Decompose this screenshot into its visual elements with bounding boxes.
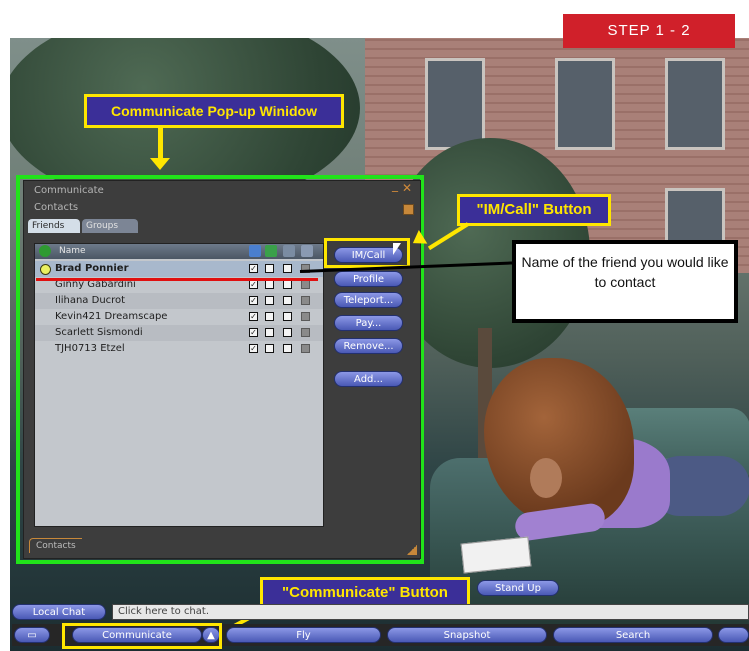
online-status-icon: [39, 245, 51, 257]
see-on-map-checkbox[interactable]: [265, 328, 274, 337]
friend-row[interactable]: Scarlett Sismondi ✓: [35, 325, 323, 341]
friend-row[interactable]: Brad Ponnier ✓: [35, 261, 323, 277]
close-icon[interactable]: ✕: [402, 181, 412, 195]
chat-bar: Local Chat Click here to chat.: [12, 603, 749, 621]
modify-objects-checkbox[interactable]: [283, 296, 292, 305]
friend-modify-checkbox: [301, 328, 310, 337]
list-header: Name: [35, 244, 323, 259]
name-column-header[interactable]: Name: [59, 246, 86, 256]
see-online-checkbox[interactable]: ✓: [249, 264, 258, 273]
friend-name: Kevin421 Dreamscape: [55, 311, 168, 322]
friend-modify-icon: [301, 245, 313, 257]
popup-window-label: Communicate Pop-up Winidow: [84, 94, 344, 128]
fly-button[interactable]: Fly: [226, 627, 381, 643]
add-button[interactable]: Add...: [334, 371, 403, 387]
friend-modify-checkbox: [301, 312, 310, 321]
see-online-checkbox[interactable]: ✓: [249, 280, 258, 289]
window-subtitle: Contacts: [34, 202, 79, 213]
window-title: Communicate: [34, 185, 104, 196]
see-on-map-icon: [265, 245, 277, 257]
contacts-footer-tab[interactable]: Contacts: [29, 538, 82, 553]
pay-button[interactable]: Pay...: [334, 315, 403, 331]
modify-objects-checkbox[interactable]: [283, 312, 292, 321]
search-button[interactable]: Search: [553, 627, 713, 643]
see-on-map-checkbox[interactable]: [265, 312, 274, 321]
local-chat-button[interactable]: Local Chat: [12, 604, 106, 620]
friend-name-callout: Name of the friend you would like to con…: [512, 240, 738, 323]
profile-button[interactable]: Profile: [334, 271, 403, 287]
detach-icon[interactable]: [403, 204, 414, 215]
friend-row[interactable]: TJH0713 Etzel ✓: [35, 341, 323, 357]
see-online-icon: [249, 245, 261, 257]
communicate-window: Communicate _ ✕ Contacts Friends Groups …: [23, 178, 421, 559]
popup-label-arrowhead: [150, 158, 170, 170]
see-online-checkbox[interactable]: ✓: [249, 344, 258, 353]
friends-list: Name Brad Ponnier ✓ Ginny Gabardini ✓ Il…: [34, 243, 324, 527]
toolbar-overflow-button[interactable]: [718, 627, 749, 643]
friend-name: Scarlett Sismondi: [55, 327, 143, 338]
see-online-checkbox[interactable]: ✓: [249, 312, 258, 321]
im-call-label: "IM/Call" Button: [457, 194, 611, 226]
modify-objects-checkbox[interactable]: [283, 264, 292, 273]
modify-objects-checkbox[interactable]: [283, 328, 292, 337]
teleport-button[interactable]: Teleport...: [334, 292, 403, 308]
see-online-checkbox[interactable]: ✓: [249, 296, 258, 305]
remove-button[interactable]: Remove...: [334, 338, 403, 354]
see-on-map-checkbox[interactable]: [265, 344, 274, 353]
chat-bubble-button[interactable]: ▭: [14, 627, 50, 643]
friend-modify-checkbox: [301, 296, 310, 305]
communicate-button-highlight: [62, 623, 222, 649]
tab-friends[interactable]: Friends: [28, 219, 80, 233]
modify-objects-icon: [283, 245, 295, 257]
avatar-face: [530, 458, 562, 498]
tab-groups[interactable]: Groups: [82, 219, 138, 233]
stand-up-button[interactable]: Stand Up: [477, 580, 559, 596]
see-on-map-checkbox[interactable]: [265, 296, 274, 305]
snapshot-button[interactable]: Snapshot: [387, 627, 547, 643]
chat-input[interactable]: Click here to chat.: [112, 604, 749, 620]
mouse-cursor-icon: [393, 243, 401, 255]
popup-label-arrow: [158, 128, 163, 160]
step-badge: STEP 1 - 2: [563, 14, 735, 48]
online-indicator-icon: [40, 264, 51, 275]
see-online-checkbox[interactable]: ✓: [249, 328, 258, 337]
friend-name: Brad Ponnier: [55, 263, 129, 274]
modify-objects-checkbox[interactable]: [283, 280, 292, 289]
friend-name: Ilihana Ducrot: [55, 295, 126, 306]
friend-name: TJH0713 Etzel: [55, 343, 125, 354]
friend-row[interactable]: Ilihana Ducrot ✓: [35, 293, 323, 309]
resize-grip-icon[interactable]: [407, 545, 417, 555]
friend-modify-checkbox: [301, 344, 310, 353]
modify-objects-checkbox[interactable]: [283, 344, 292, 353]
selected-friend-underline: [36, 278, 318, 281]
see-on-map-checkbox[interactable]: [265, 264, 274, 273]
friend-row[interactable]: Kevin421 Dreamscape ✓: [35, 309, 323, 325]
see-on-map-checkbox[interactable]: [265, 280, 274, 289]
chat-bubble-icon: ▭: [27, 630, 37, 641]
minimize-icon[interactable]: _: [392, 178, 398, 192]
friend-modify-checkbox: [301, 280, 310, 289]
